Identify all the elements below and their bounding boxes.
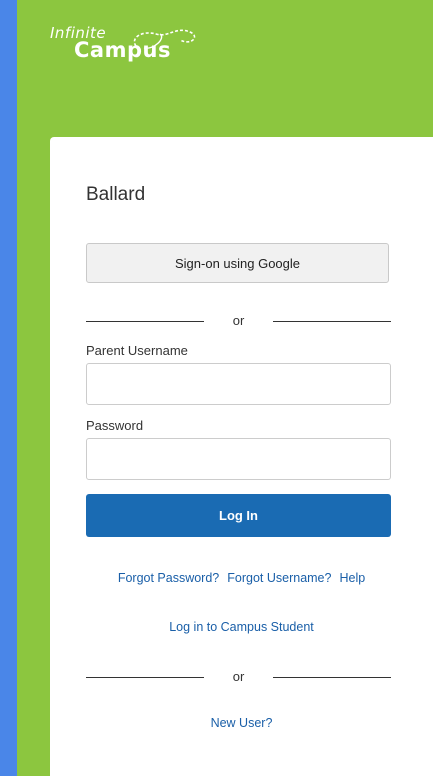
username-label: Parent Username [86,343,188,358]
infinite-campus-logo: Infinite Campus [50,26,196,61]
username-input[interactable] [86,363,391,405]
or-divider: or [86,313,391,329]
divider-line-right [273,677,391,678]
password-label: Password [86,418,144,433]
help-link[interactable]: Help [339,571,365,585]
campus-student-row: Log in to Campus Student [50,620,433,634]
new-user-link[interactable]: New User? [211,716,273,730]
campus-student-link[interactable]: Log in to Campus Student [169,620,314,634]
forgot-username-link[interactable]: Forgot Username? [227,571,331,585]
forgot-password-link[interactable]: Forgot Password? [118,571,219,585]
new-user-row: New User? [50,716,433,730]
logo-swoosh-icon [133,29,196,49]
divider-line-right [273,321,391,322]
login-card: Ballard Sign-on using Google or Parent U… [50,137,433,776]
login-button[interactable]: Log In [86,494,391,537]
google-signon-button[interactable]: Sign-on using Google [86,243,389,283]
password-input[interactable] [86,438,391,480]
district-name: Ballard [86,184,146,205]
help-links-row: Forgot Password? Forgot Username? Help [50,571,433,585]
or-divider-2: or [86,669,391,685]
